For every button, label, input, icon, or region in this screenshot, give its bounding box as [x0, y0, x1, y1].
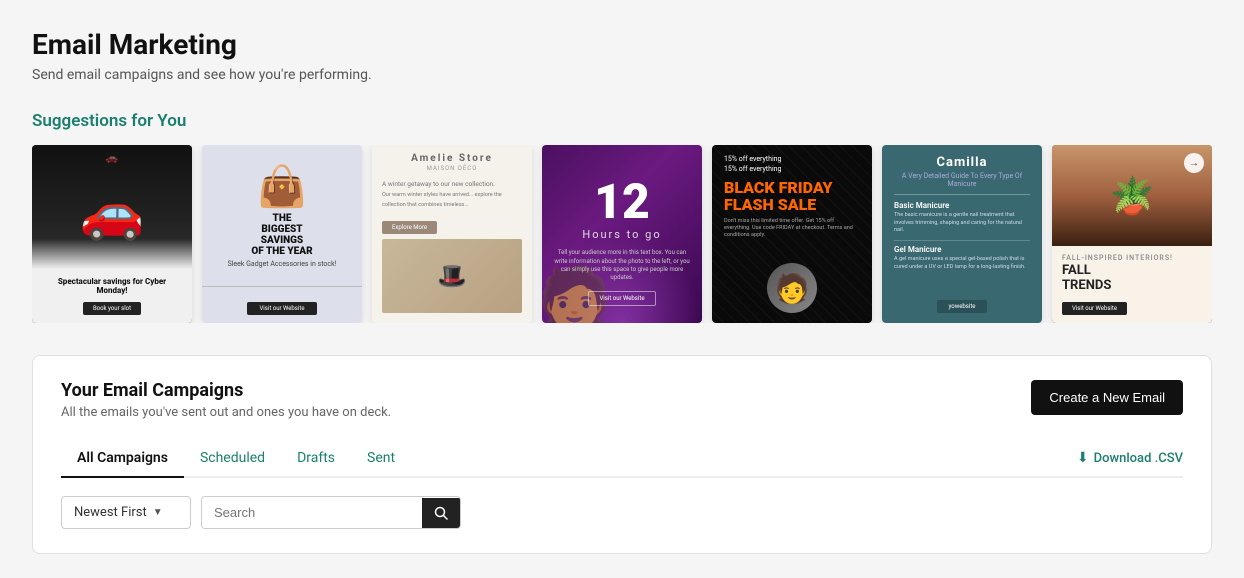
template-card-countdown[interactable]: 12 Hours to go Tell your audience more i… [542, 145, 702, 323]
download-icon: ⬇ [1077, 450, 1089, 466]
tabs-row: All Campaigns Scheduled Drafts Sent ⬇ Do… [61, 440, 1183, 478]
chevron-down-icon: ▼ [153, 507, 163, 518]
filter-row: Newest First ▼ [61, 496, 1183, 529]
suggestions-section-title: Suggestions for You [32, 111, 1212, 131]
search-container [201, 496, 461, 529]
sort-select[interactable]: Newest First ▼ [61, 496, 191, 529]
search-icon [434, 506, 448, 520]
tab-scheduled[interactable]: Scheduled [184, 440, 281, 478]
template-card-amelie-store[interactable]: Amelie Store MAISON DÉCO A winter getawa… [372, 145, 532, 323]
template-card-fall-trends[interactable]: 🪴 → Fall-inspired Interiors! FALLTRENDS … [1052, 145, 1212, 323]
template-card-biggest-savings[interactable]: 👜 THEBIGGESTSAVINGSOF THE YEAR Sleek Gad… [202, 145, 362, 323]
search-button[interactable] [422, 498, 460, 528]
template-card-manicure[interactable]: Camilla A Very Detailed Guide To Every T… [882, 145, 1042, 323]
campaigns-header-text: Your Email Campaigns All the emails you'… [61, 380, 391, 420]
page-title: Email Marketing [32, 28, 1212, 61]
campaigns-section-subtitle: All the emails you've sent out and ones … [61, 405, 391, 420]
create-new-email-button[interactable]: Create a New Email [1031, 380, 1183, 415]
campaigns-header: Your Email Campaigns All the emails you'… [61, 380, 1183, 420]
template-card-black-friday[interactable]: 15% off everything15% off everything BLA… [712, 145, 872, 323]
tab-all-campaigns[interactable]: All Campaigns [61, 440, 184, 478]
campaigns-section: Your Email Campaigns All the emails you'… [32, 355, 1212, 554]
template-card-cyber-monday[interactable]: 🚗 🚗 Spectacular savings for Cyber Monday… [32, 145, 192, 323]
tab-sent[interactable]: Sent [351, 440, 411, 478]
search-input[interactable] [202, 497, 422, 528]
download-csv-button[interactable]: ⬇ Download .CSV [1077, 450, 1183, 466]
campaigns-section-title: Your Email Campaigns [61, 380, 391, 401]
page-wrapper: Email Marketing Send email campaigns and… [0, 0, 1244, 578]
page-subtitle: Send email campaigns and see how you're … [32, 67, 1212, 83]
tab-drafts[interactable]: Drafts [281, 440, 351, 478]
templates-row: 🚗 🚗 Spectacular savings for Cyber Monday… [32, 145, 1212, 323]
